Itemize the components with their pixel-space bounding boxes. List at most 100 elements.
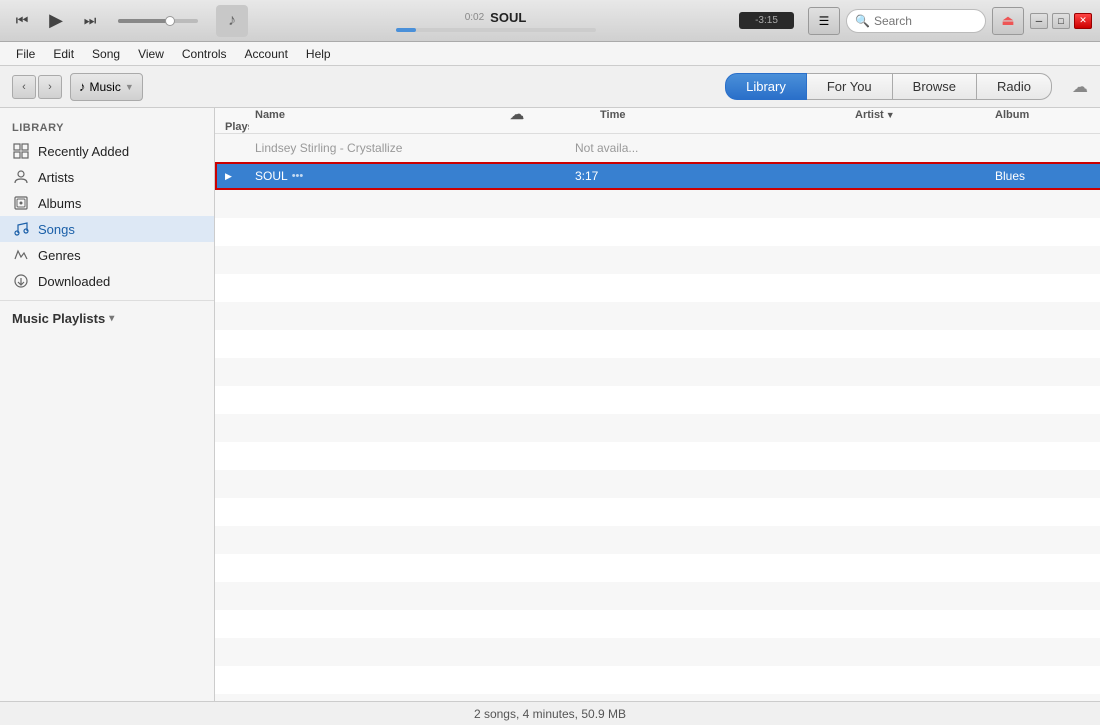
playing-indicator: ▶ bbox=[225, 171, 232, 182]
sidebar-item-downloaded[interactable]: Downloaded bbox=[0, 268, 214, 294]
table-row bbox=[215, 582, 1100, 610]
song-title: SOUL bbox=[490, 10, 526, 25]
volume-control[interactable] bbox=[114, 19, 202, 23]
sidebar-section-library: Library bbox=[0, 116, 214, 138]
lcd-time-display: -3:15 bbox=[739, 12, 794, 29]
cell-indicator: ▶ bbox=[219, 171, 249, 182]
search-box[interactable]: 🔍 bbox=[846, 9, 986, 33]
table-row bbox=[215, 330, 1100, 358]
title-bar: ⏮ ▶ ⏭ ♪ 0:02 SOUL -3:15 ☰ 🔍 ⏏ ─ □ ✕ bbox=[0, 0, 1100, 42]
table-row bbox=[215, 190, 1100, 218]
menu-account[interactable]: Account bbox=[237, 45, 296, 63]
cell-time: Not availa... bbox=[569, 141, 659, 155]
minimize-button[interactable]: ─ bbox=[1030, 13, 1048, 29]
table-row bbox=[215, 218, 1100, 246]
tab-radio[interactable]: Radio bbox=[977, 73, 1052, 100]
music-selector[interactable]: ♪ Music ▼ bbox=[70, 73, 143, 101]
music-playlists-header[interactable]: Music Playlists ▾ bbox=[0, 307, 214, 330]
menu-file[interactable]: File bbox=[8, 45, 43, 63]
genres-icon bbox=[12, 246, 30, 264]
icloud-icon[interactable]: ☁ bbox=[1072, 77, 1088, 97]
sidebar-item-artists[interactable]: Artists bbox=[0, 164, 214, 190]
song-name: SOUL bbox=[255, 169, 288, 183]
search-input[interactable] bbox=[874, 14, 977, 28]
recently-added-label: Recently Added bbox=[38, 144, 129, 159]
menu-bar: File Edit Song View Controls Account Hel… bbox=[0, 42, 1100, 66]
menu-edit[interactable]: Edit bbox=[45, 45, 82, 63]
artist-sort-icon: ▼ bbox=[886, 110, 895, 120]
songs-label: Songs bbox=[38, 222, 75, 237]
play-button[interactable]: ▶ bbox=[42, 7, 70, 35]
music-playlists-chevron: ▾ bbox=[109, 313, 114, 324]
table-row bbox=[215, 638, 1100, 666]
table-header: Name ☁ Time Artist ▼ Album Genre ♡ Pla bbox=[215, 108, 1100, 134]
sidebar-item-songs[interactable]: Songs bbox=[0, 216, 214, 242]
song-dots: ••• bbox=[292, 170, 304, 182]
col-cloud: ☁ bbox=[504, 106, 594, 123]
rewind-button[interactable]: ⏮ bbox=[8, 7, 36, 35]
table-row bbox=[215, 246, 1100, 274]
close-button[interactable]: ✕ bbox=[1074, 13, 1092, 29]
table-row[interactable]: Lindsey Stirling - Crystallize Not avail… bbox=[215, 134, 1100, 162]
downloaded-label: Downloaded bbox=[38, 274, 110, 289]
cell-genre: Blues bbox=[989, 169, 1100, 183]
tab-browse[interactable]: Browse bbox=[893, 73, 977, 100]
sidebar-item-genres[interactable]: Genres bbox=[0, 242, 214, 268]
table-row[interactable]: ▶ SOUL ••• 3:17 Blues 2 bbox=[215, 162, 1100, 190]
status-bar: 2 songs, 4 minutes, 50.9 MB bbox=[0, 701, 1100, 725]
maximize-button[interactable]: □ bbox=[1052, 13, 1070, 29]
col-album[interactable]: Album bbox=[989, 109, 1100, 121]
tab-library[interactable]: Library bbox=[725, 73, 807, 100]
list-view-button[interactable]: ☰ bbox=[808, 7, 840, 35]
window-controls: ─ □ ✕ bbox=[1030, 13, 1092, 29]
sidebar-separator bbox=[0, 300, 214, 301]
sidebar: Library Recently Added Artists bbox=[0, 108, 215, 701]
col-name[interactable]: Name bbox=[249, 109, 504, 121]
sidebar-item-recently-added[interactable]: Recently Added bbox=[0, 138, 214, 164]
menu-song[interactable]: Song bbox=[84, 45, 128, 63]
menu-controls[interactable]: Controls bbox=[174, 45, 235, 63]
menu-view[interactable]: View bbox=[130, 45, 172, 63]
songs-icon bbox=[12, 220, 30, 238]
table-row bbox=[215, 666, 1100, 694]
artists-label: Artists bbox=[38, 170, 74, 185]
cell-name: SOUL ••• bbox=[249, 169, 529, 183]
forward-button[interactable]: ⏭ bbox=[76, 7, 104, 35]
col-time[interactable]: Time bbox=[594, 109, 849, 121]
now-playing-info: 0:02 SOUL bbox=[258, 10, 733, 32]
table-row bbox=[215, 470, 1100, 498]
tab-foryou[interactable]: For You bbox=[807, 73, 893, 100]
sidebar-item-albums[interactable]: Albums bbox=[0, 190, 214, 216]
downloaded-icon bbox=[12, 272, 30, 290]
music-note-icon: ♪ bbox=[79, 79, 86, 94]
airplay-button[interactable]: ⏏ bbox=[992, 7, 1024, 35]
search-icon: 🔍 bbox=[855, 14, 870, 28]
table-row bbox=[215, 358, 1100, 386]
content-area: Name ☁ Time Artist ▼ Album Genre ♡ Pla bbox=[215, 108, 1100, 701]
nav-bar: ‹ › ♪ Music ▼ Library For You Browse Rad… bbox=[0, 66, 1100, 108]
main-layout: Library Recently Added Artists bbox=[0, 108, 1100, 701]
table-row bbox=[215, 554, 1100, 582]
cell-time: 3:17 bbox=[569, 169, 659, 183]
menu-help[interactable]: Help bbox=[298, 45, 339, 63]
recently-added-icon bbox=[12, 142, 30, 160]
nav-back-button[interactable]: ‹ bbox=[12, 75, 36, 99]
main-tabs: Library For You Browse Radio bbox=[725, 73, 1052, 100]
col-artist[interactable]: Artist ▼ bbox=[849, 109, 989, 121]
nav-arrows: ‹ › bbox=[12, 75, 62, 99]
cell-name: Lindsey Stirling - Crystallize bbox=[249, 141, 529, 155]
table-row bbox=[215, 694, 1100, 701]
volume-slider[interactable] bbox=[118, 19, 198, 23]
table-row bbox=[215, 442, 1100, 470]
artists-icon bbox=[12, 168, 30, 186]
table-body: Lindsey Stirling - Crystallize Not avail… bbox=[215, 134, 1100, 701]
nav-forward-button[interactable]: › bbox=[38, 75, 62, 99]
table-row bbox=[215, 274, 1100, 302]
albums-label: Albums bbox=[38, 196, 81, 211]
music-selector-label: Music bbox=[90, 80, 121, 94]
music-selector-chevron: ▼ bbox=[125, 82, 134, 92]
table-row bbox=[215, 610, 1100, 638]
col-plays[interactable]: Plays bbox=[219, 121, 249, 133]
time-elapsed: 0:02 bbox=[465, 12, 484, 23]
album-art: ♪ bbox=[216, 5, 248, 37]
